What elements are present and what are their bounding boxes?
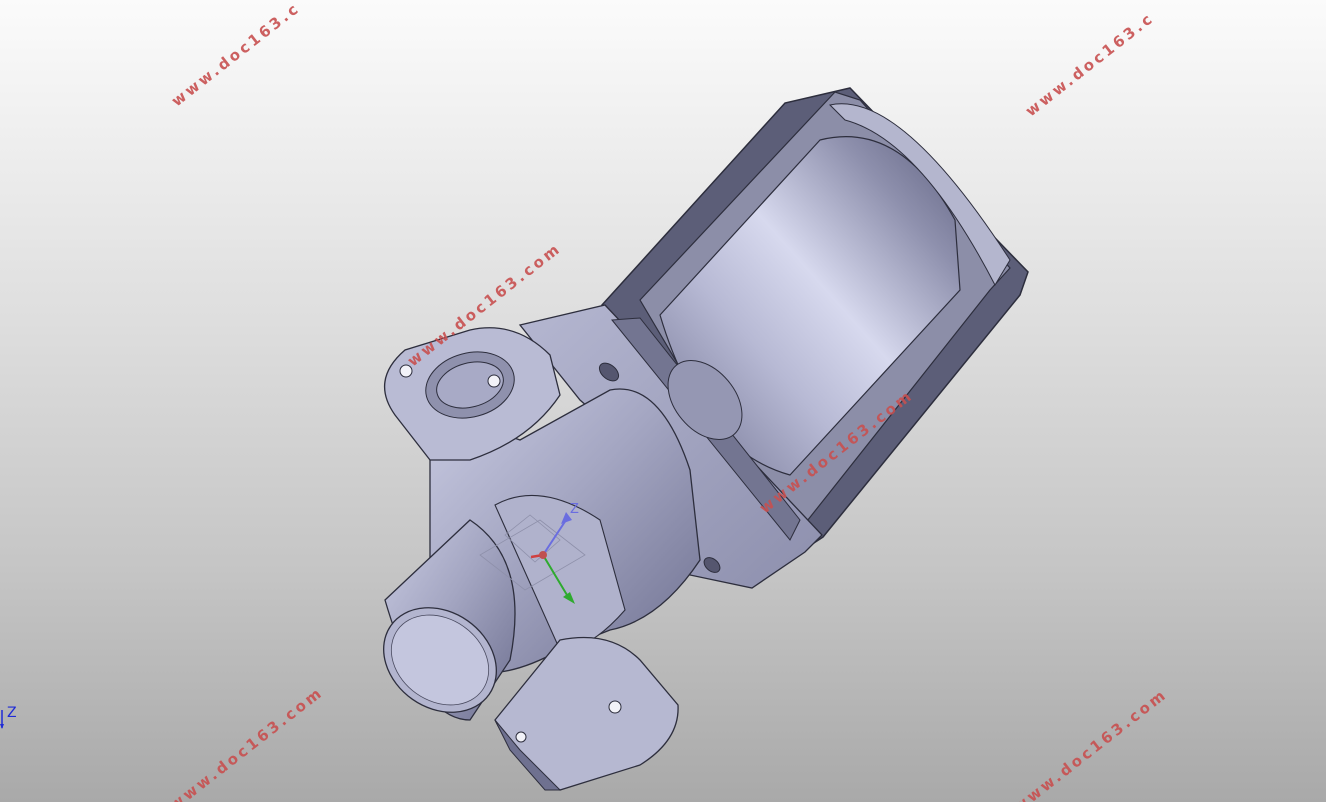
- outlet-pipe: [383, 519, 516, 721]
- cad-3d-viewport[interactable]: Z www.doc163.c www.doc163.c www.doc163.c…: [0, 0, 1326, 802]
- corner-axis-z-label: Z: [7, 705, 17, 721]
- model-axis-z-label: Z: [570, 502, 579, 517]
- model-graphics[interactable]: [0, 0, 1326, 802]
